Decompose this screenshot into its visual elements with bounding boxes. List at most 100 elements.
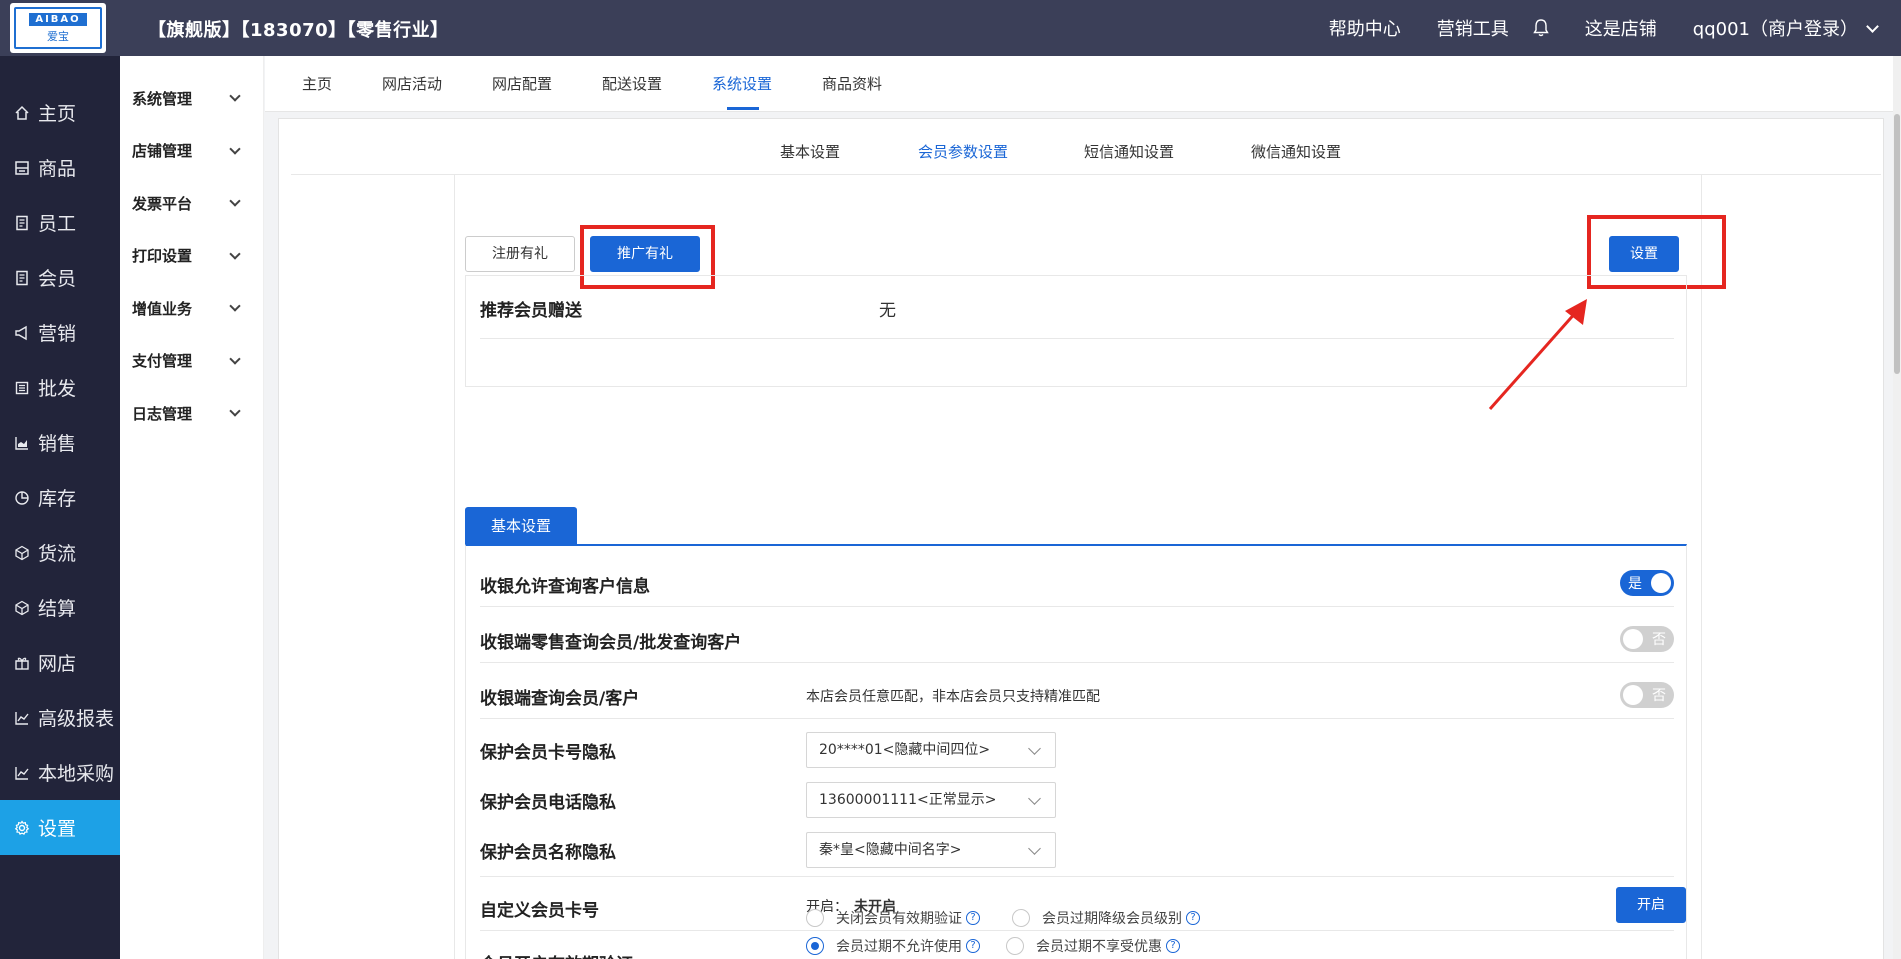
subnav-label: 店铺管理: [132, 142, 193, 161]
card-privacy-select[interactable]: 20****01<隐藏中间四位>: [806, 732, 1056, 768]
phone-privacy-select[interactable]: 13600001111<正常显示>: [806, 782, 1056, 818]
sidebar-label: 高级报表: [38, 708, 115, 730]
help-icon[interactable]: ?: [966, 911, 980, 925]
basic-settings-panel: 收银允许查询客户信息 是 收银端零售查询会员/批发查询客户 否 收银端查询会员/…: [465, 544, 1687, 959]
referral-gift-value: 无: [879, 301, 896, 321]
subnav-store-management[interactable]: 店铺管理: [120, 125, 263, 178]
user-menu[interactable]: qq001（商户登录）: [1692, 15, 1879, 41]
sidebar-label: 结算: [38, 598, 77, 620]
sidebar-label: 会员: [38, 268, 77, 290]
settings-subtabs: 基本设置 会员参数设置 短信通知设置 微信通知设置: [291, 119, 1881, 175]
register-gift-tab[interactable]: 注册有礼: [465, 236, 575, 272]
sidebar-label: 设置: [38, 818, 77, 840]
radio-expired-disallow[interactable]: 会员过期不允许使用?: [806, 936, 980, 956]
sidebar-item-inventory[interactable]: 库存: [0, 470, 120, 525]
chevron-down-icon: [229, 300, 241, 312]
tab-delivery-settings[interactable]: 配送设置: [602, 73, 662, 94]
aibao-logo[interactable]: AIBAO 爱宝: [10, 3, 106, 53]
sidebar-item-member[interactable]: 会员: [0, 250, 120, 305]
sidebar-item-goods[interactable]: 商品: [0, 140, 120, 195]
radio-expired-downgrade[interactable]: 会员过期降级会员级别?: [1012, 908, 1200, 928]
bell-icon[interactable]: [1533, 19, 1549, 37]
user-name: qq001（商户登录）: [1692, 19, 1858, 40]
logo-text-top: AIBAO: [29, 12, 87, 26]
main-panel: 基本设置 会员参数设置 短信通知设置 微信通知设置 注册有礼 推广有礼 设置 推…: [278, 118, 1884, 959]
sidebar-item-sales[interactable]: 销售: [0, 415, 120, 470]
basic-settings-tab[interactable]: 基本设置: [465, 507, 577, 545]
subtab-basic-settings[interactable]: 基本设置: [780, 141, 840, 162]
tab-product-info[interactable]: 商品资料: [822, 73, 882, 94]
help-icon[interactable]: ?: [1186, 911, 1200, 925]
chevron-down-icon: [229, 405, 241, 417]
sidebar-label: 营销: [38, 323, 77, 345]
scrollbar-thumb[interactable]: [1894, 114, 1900, 374]
gift-icon: [12, 653, 32, 673]
wholesale-icon: [12, 378, 32, 398]
subtab-sms-notify[interactable]: 短信通知设置: [1084, 141, 1174, 162]
marketing-tools-link[interactable]: 营销工具: [1437, 15, 1509, 41]
help-icon[interactable]: ?: [966, 939, 980, 953]
subtab-member-params[interactable]: 会员参数设置: [918, 141, 1008, 162]
top-right-menu: 帮助中心 营销工具 这是店铺 qq001（商户登录）: [1293, 15, 1879, 41]
active-tab-indicator: [727, 107, 759, 110]
annotation-arrow: [1488, 299, 1587, 410]
toggle-text: 否: [1652, 632, 1666, 648]
tab-home[interactable]: 主页: [302, 73, 332, 94]
phone-privacy-label: 保护会员电话隐私: [480, 793, 616, 813]
toggle-knob: [1651, 573, 1671, 593]
help-icon[interactable]: ?: [1166, 939, 1180, 953]
expiry-options-row2: 关闭会员有效期验证? 会员过期降级会员级别?: [806, 908, 1426, 932]
tab-system-settings[interactable]: 系统设置: [712, 73, 772, 94]
chevron-down-icon: [1028, 792, 1041, 805]
subtab-wechat-notify[interactable]: 微信通知设置: [1251, 141, 1341, 162]
sidebar-item-settlement[interactable]: 结算: [0, 580, 120, 635]
query-member-customer-toggle[interactable]: 否: [1620, 682, 1674, 708]
sidebar-item-logistics[interactable]: 货流: [0, 525, 120, 580]
store-title: 【旗舰版】【183070】【零售行业】: [148, 20, 449, 41]
sidebar-item-settings[interactable]: 设置: [0, 800, 120, 855]
retail-query-member-toggle[interactable]: 否: [1620, 626, 1674, 652]
main-sidebar: 主页 商品 员工 会员 营销 批发 销售 库存 货流 结算 网店 高级报表 本地…: [0, 56, 120, 959]
top-nav-tabs: 主页 网店活动 网店配置 配送设置 系统设置 商品资料: [265, 56, 1901, 112]
help-center-link[interactable]: 帮助中心: [1329, 15, 1401, 41]
query-member-note: 本店会员任意匹配，非本店会员只支持精准匹配: [806, 689, 1100, 705]
sidebar-item-marketing[interactable]: 营销: [0, 305, 120, 360]
subnav-print-settings[interactable]: 打印设置: [120, 230, 263, 283]
subnav-log-management[interactable]: 日志管理: [120, 387, 263, 440]
chart-icon: [12, 433, 32, 453]
chevron-down-icon: [229, 143, 241, 155]
member-icon: [12, 268, 32, 288]
radio-expired-no-discount[interactable]: 会员过期不享受优惠?: [1006, 936, 1180, 956]
tab-webshop-config[interactable]: 网店配置: [492, 73, 552, 94]
name-privacy-select[interactable]: 秦*皇<隐藏中间名字>: [806, 832, 1056, 868]
report-icon: [12, 708, 32, 728]
gear-icon: [12, 818, 32, 838]
this-store-link[interactable]: 这是店铺: [1585, 15, 1657, 41]
cube-icon: [12, 543, 32, 563]
staff-icon: [12, 213, 32, 233]
purchase-icon: [12, 763, 32, 783]
subnav-invoice-platform[interactable]: 发票平台: [120, 177, 263, 230]
page-scrollbar[interactable]: [1893, 56, 1901, 959]
chevron-down-icon: [229, 195, 241, 207]
subnav-label: 系统管理: [132, 89, 193, 108]
logo-mark: AIBAO 爱宝: [14, 7, 102, 49]
subnav-label: 增值业务: [132, 299, 193, 318]
sidebar-item-home[interactable]: 主页: [0, 85, 120, 140]
subnav-system-management[interactable]: 系统管理: [120, 72, 263, 125]
subnav-value-added[interactable]: 增值业务: [120, 282, 263, 335]
sidebar-item-advanced-report[interactable]: 高级报表: [0, 690, 120, 745]
select-value: 20****01<隐藏中间四位>: [819, 742, 991, 758]
sidebar-label: 本地采购: [38, 763, 115, 785]
sidebar-item-webshop[interactable]: 网店: [0, 635, 120, 690]
sidebar-item-wholesale[interactable]: 批发: [0, 360, 120, 415]
enable-custom-card-button[interactable]: 开启: [1616, 887, 1686, 923]
sidebar-item-staff[interactable]: 员工: [0, 195, 120, 250]
sidebar-label: 网店: [38, 653, 77, 675]
subnav-payment-management[interactable]: 支付管理: [120, 335, 263, 388]
sidebar-item-local-purchase[interactable]: 本地采购: [0, 745, 120, 800]
tab-webshop-activity[interactable]: 网店活动: [382, 73, 442, 94]
allow-query-customer-toggle[interactable]: 是: [1620, 570, 1674, 596]
divider: [480, 876, 1674, 877]
radio-close-validation[interactable]: 关闭会员有效期验证?: [806, 908, 980, 928]
